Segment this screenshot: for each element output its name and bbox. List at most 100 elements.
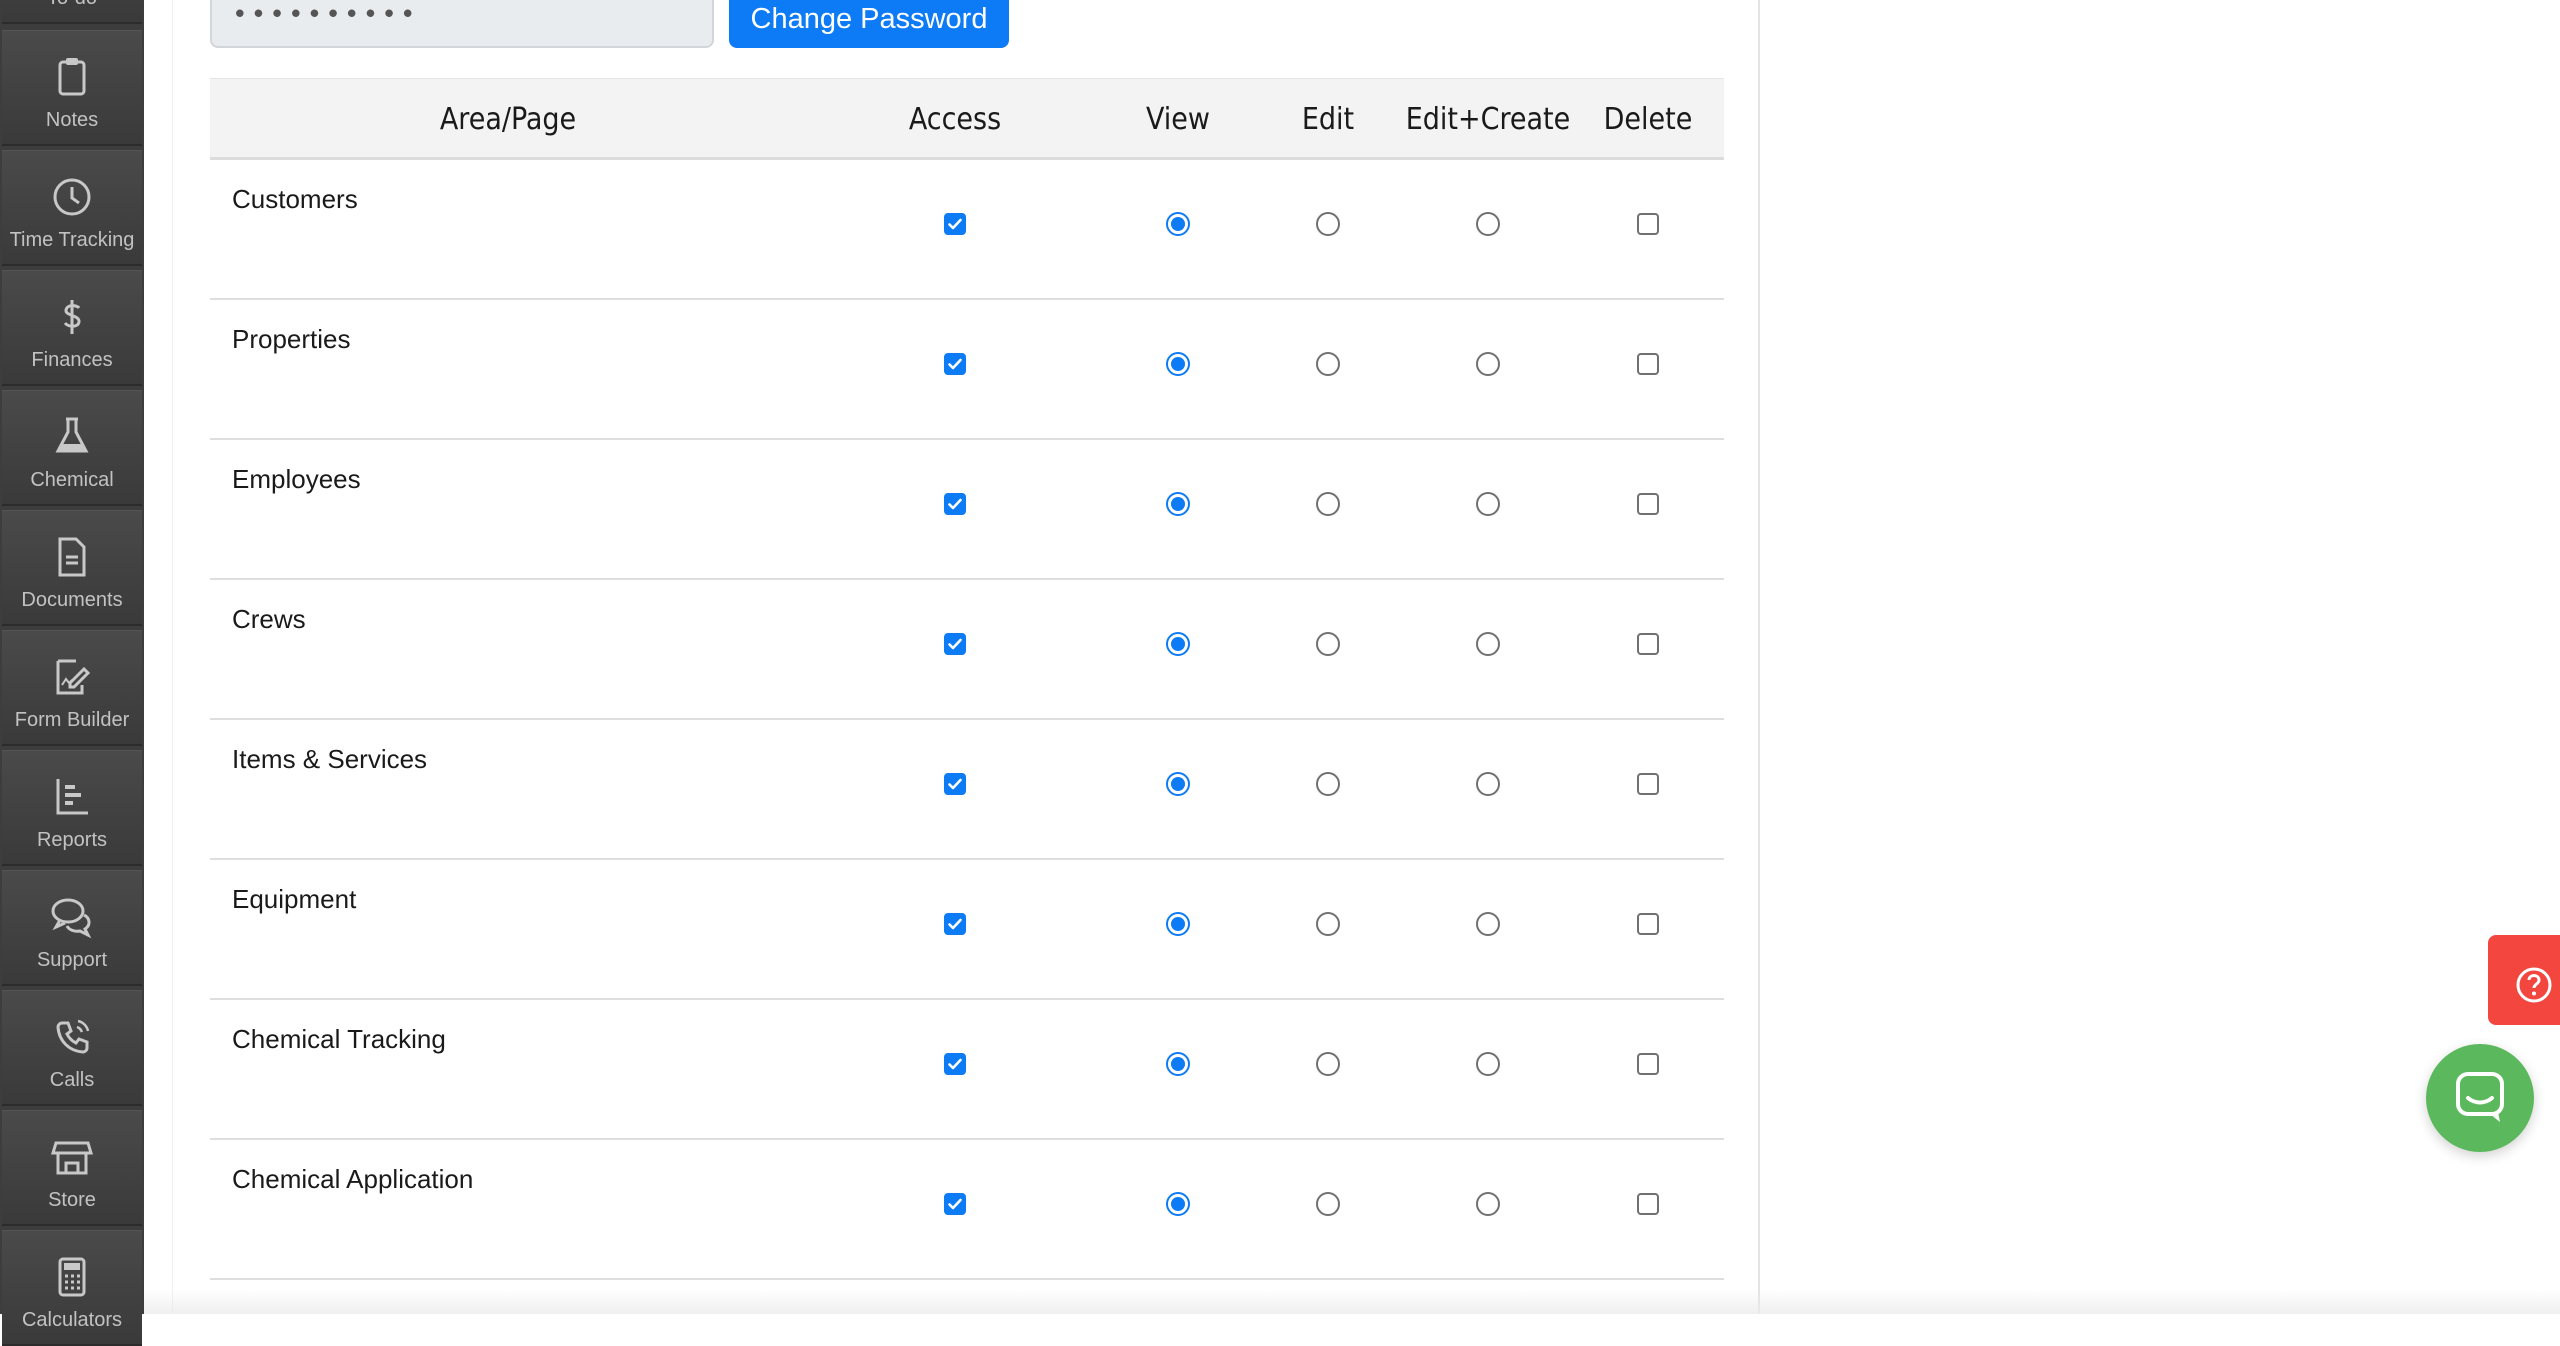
access-checkbox[interactable] — [944, 213, 966, 235]
delete-checkbox[interactable] — [1637, 913, 1659, 935]
view-radio[interactable] — [1166, 632, 1190, 656]
sidebar-item-finances[interactable]: Finances — [2, 270, 142, 386]
sidebar-item-time-tracking[interactable]: Time Tracking — [2, 150, 142, 266]
delete-checkbox[interactable] — [1637, 213, 1659, 235]
clipboard-icon — [48, 53, 96, 101]
area-label: Properties — [232, 324, 351, 354]
access-checkbox[interactable] — [944, 773, 966, 795]
sidebar-item-documents[interactable]: Documents — [2, 510, 142, 626]
edit-radio[interactable] — [1316, 912, 1340, 936]
change-password-button[interactable]: Change Password — [729, 0, 1009, 48]
dollar-icon — [48, 293, 96, 341]
sidebar-item-label: Notes — [45, 109, 99, 131]
access-checkbox[interactable] — [944, 1193, 966, 1215]
permissions-table: Area/Page Access View Edit Edit+Create D… — [210, 78, 1724, 1280]
flask-icon — [48, 413, 96, 461]
sidebar-item-todo[interactable]: To-do — [2, 0, 142, 24]
sidebar-item-label: Time Tracking — [9, 229, 135, 251]
sidebar-item-notes[interactable]: Notes — [2, 30, 142, 146]
delete-checkbox[interactable] — [1637, 1053, 1659, 1075]
phone-icon — [48, 1013, 96, 1061]
chat-icon — [2456, 1072, 2504, 1122]
delete-checkbox[interactable] — [1637, 353, 1659, 375]
sidebar-item-label: Calls — [49, 1069, 95, 1091]
help-tab[interactable] — [2488, 935, 2560, 1025]
sidebar-item-label: Calculators — [21, 1309, 123, 1331]
access-checkbox[interactable] — [944, 493, 966, 515]
sidebar-item-label: Store — [48, 1189, 96, 1211]
chat-launcher-button[interactable] — [2426, 1044, 2534, 1152]
edit-radio[interactable] — [1316, 1192, 1340, 1216]
edit-radio[interactable] — [1316, 1052, 1340, 1076]
sidebar-item-label: Chemical — [30, 469, 114, 491]
edit-create-radio[interactable] — [1476, 772, 1500, 796]
table-row: Chemical Tracking — [210, 1000, 1724, 1140]
area-label: Customers — [232, 184, 358, 214]
sidebar-item-label: To-do — [2, 0, 142, 10]
header-edit-create: Edit+Create — [1405, 102, 1571, 137]
chat-bubbles-icon — [48, 893, 96, 941]
view-radio[interactable] — [1166, 772, 1190, 796]
bottom-edge — [144, 1290, 2560, 1314]
edit-create-radio[interactable] — [1476, 492, 1500, 516]
edit-radio[interactable] — [1316, 212, 1340, 236]
sidebar-item-chemical[interactable]: Chemical — [2, 390, 142, 506]
access-checkbox[interactable] — [944, 633, 966, 655]
header-access: Access — [908, 102, 1002, 137]
edit-radio[interactable] — [1316, 352, 1340, 376]
document-icon — [48, 533, 96, 581]
access-checkbox[interactable] — [944, 353, 966, 375]
bar-chart-icon — [48, 773, 96, 821]
access-checkbox[interactable] — [944, 913, 966, 935]
table-row: Customers — [210, 160, 1724, 300]
table-header: Area/Page Access View Edit Edit+Create D… — [210, 78, 1724, 160]
sidebar-item-label: Form Builder — [14, 709, 130, 731]
delete-checkbox[interactable] — [1637, 633, 1659, 655]
sidebar-item-store[interactable]: Store — [2, 1110, 142, 1226]
area-label: Crews — [232, 604, 306, 634]
header-view: View — [1146, 102, 1210, 137]
edit-radio[interactable] — [1316, 632, 1340, 656]
edit-create-radio[interactable] — [1476, 352, 1500, 376]
sidebar-item-calls[interactable]: Calls — [2, 990, 142, 1106]
sidebar-item-label: Finances — [31, 349, 113, 371]
delete-checkbox[interactable] — [1637, 773, 1659, 795]
sidebar-item-reports[interactable]: Reports — [2, 750, 142, 866]
sidebar-item-support[interactable]: Support — [2, 870, 142, 986]
view-radio[interactable] — [1166, 1052, 1190, 1076]
area-label: Employees — [232, 464, 361, 494]
form-builder-icon — [48, 653, 96, 701]
clock-icon — [48, 173, 96, 221]
area-label: Chemical Application — [232, 1164, 474, 1194]
edit-create-radio[interactable] — [1476, 1052, 1500, 1076]
sidebar-item-form-builder[interactable]: Form Builder — [2, 630, 142, 746]
sidebar-item-label: Support — [36, 949, 108, 971]
edit-create-radio[interactable] — [1476, 212, 1500, 236]
delete-checkbox[interactable] — [1637, 493, 1659, 515]
edit-radio[interactable] — [1316, 772, 1340, 796]
password-field[interactable]: •••••••••• — [210, 0, 714, 48]
view-radio[interactable] — [1166, 912, 1190, 936]
access-checkbox[interactable] — [944, 1053, 966, 1075]
table-row: Employees — [210, 440, 1724, 580]
area-label: Items & Services — [232, 744, 428, 774]
edit-create-radio[interactable] — [1476, 912, 1500, 936]
view-radio[interactable] — [1166, 352, 1190, 376]
view-radio[interactable] — [1166, 212, 1190, 236]
edit-create-radio[interactable] — [1476, 632, 1500, 656]
storefront-icon — [48, 1133, 96, 1181]
view-radio[interactable] — [1166, 492, 1190, 516]
calculator-icon — [48, 1253, 96, 1301]
table-row: Properties — [210, 300, 1724, 440]
edit-create-radio[interactable] — [1476, 1192, 1500, 1216]
sidebar-item-label: Documents — [21, 589, 123, 611]
delete-checkbox[interactable] — [1637, 1193, 1659, 1215]
edit-radio[interactable] — [1316, 492, 1340, 516]
view-radio[interactable] — [1166, 1192, 1190, 1216]
sidebar-item-label: Reports — [36, 829, 108, 851]
table-row: Chemical Application — [210, 1140, 1724, 1280]
area-label: Chemical Tracking — [232, 1024, 446, 1054]
question-circle-icon — [2516, 967, 2552, 1003]
table-body: Customers Properties Employees Crews Items &… — [210, 160, 1724, 1280]
sidebar-item-calculators[interactable]: Calculators — [2, 1230, 142, 1346]
